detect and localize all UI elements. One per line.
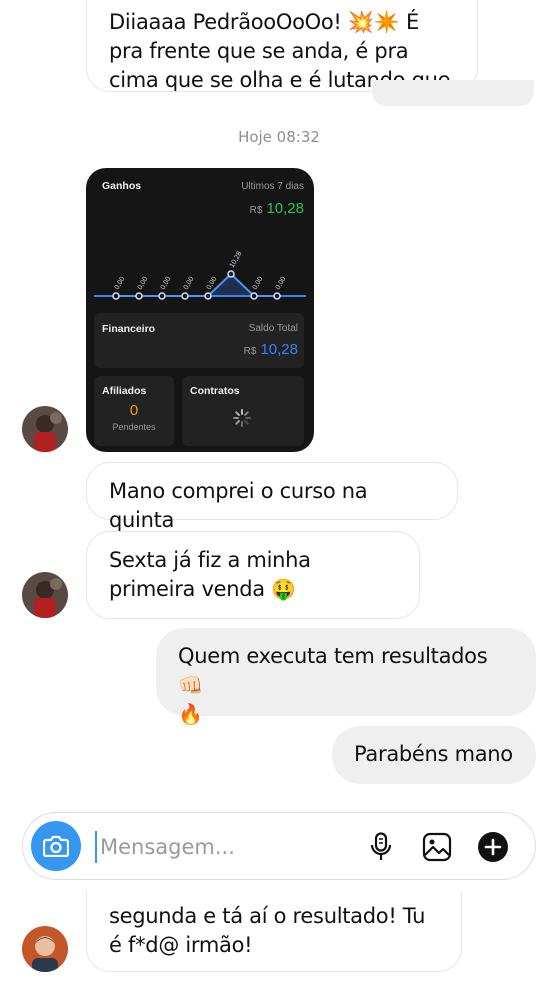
chart-data-label: 0,00 — [137, 276, 150, 291]
affiliates-count: 0 — [129, 402, 139, 419]
reaction-pill[interactable] — [372, 80, 534, 106]
balance-label: Saldo Total — [248, 323, 298, 334]
message-input[interactable] — [95, 831, 345, 863]
avatar-photo-icon — [22, 406, 68, 452]
chart-data-label: 10,28 — [229, 250, 244, 269]
incoming-message-top[interactable]: Diiaaaa PedrãooOoOo! 💥✴️ É pra frente qu… — [86, 0, 478, 92]
affiliates-title: Afiliados — [102, 385, 147, 397]
message-text: segunda e tá aí o resultado! Tu é f*d@ i… — [109, 904, 426, 957]
earnings-value: 10,28 — [266, 200, 304, 217]
add-button[interactable] — [477, 831, 509, 863]
chart-point — [158, 292, 166, 300]
contracts-card: Contratos — [182, 376, 304, 446]
avatar[interactable] — [22, 572, 68, 618]
chart-point — [181, 292, 189, 300]
fire-emoji: 🔥 — [178, 702, 203, 726]
finance-card: Financeiro Saldo Total R$ 10,28 — [94, 313, 304, 368]
chart-data-label: 0,00 — [183, 276, 196, 291]
chart-data-label: 0,00 — [252, 276, 265, 291]
message-composer — [22, 812, 536, 880]
chart-data-label: 0,00 — [275, 276, 288, 291]
period-label: Ultimos 7 dias — [241, 181, 304, 192]
gallery-icon — [422, 832, 452, 862]
avatar[interactable] — [22, 406, 68, 452]
plus-circle-icon — [478, 832, 508, 862]
avatar[interactable] — [22, 926, 68, 972]
currency-label: R$ — [249, 205, 263, 216]
chart-point — [135, 292, 143, 300]
chart-point — [250, 292, 258, 300]
earnings-chart: 0,00 0,00 0,00 0,00 0,0010,280,00 0,00 — [94, 250, 306, 300]
affiliates-card: Afiliados 0 Pendentes — [94, 376, 174, 446]
chart-point — [204, 292, 212, 300]
earnings-title: Ganhos — [102, 180, 142, 192]
chart-point — [112, 292, 120, 300]
balance-currency: R$ — [243, 346, 257, 357]
message-text: Parabéns mano — [354, 742, 513, 766]
money-face-emoji: 🤑 — [271, 577, 296, 601]
chart-data-label: 0,00 — [114, 276, 127, 291]
avatar-photo-icon — [22, 572, 68, 618]
incoming-message[interactable]: Mano comprei o curso na quinta — [86, 462, 458, 532]
outgoing-message[interactable]: Parabéns mano — [332, 726, 536, 784]
affiliates-status: Pendentes — [112, 422, 156, 432]
contracts-title: Contratos — [190, 385, 240, 397]
message-text: Quem executa tem resultados — [178, 644, 488, 668]
gallery-button[interactable] — [421, 831, 453, 863]
timestamp: Hoje 08:32 — [238, 128, 320, 146]
camera-icon — [43, 835, 69, 857]
fist-emoji: 👊🏻 — [178, 673, 203, 697]
incoming-message-bottom[interactable]: segunda e tá aí o resultado! Tu é f*d@ i… — [86, 892, 462, 972]
chart-data-label: 0,00 — [160, 276, 173, 291]
loading-spinner-icon — [233, 409, 251, 427]
chart-point — [273, 292, 281, 300]
microphone-button[interactable] — [365, 831, 397, 863]
earnings-amount: R$ 10,28 — [250, 200, 304, 217]
balance-value: 10,28 — [260, 341, 298, 358]
chart-point — [227, 270, 235, 278]
outgoing-message[interactable]: Quem executa tem resultados 👊🏻 🔥 — [156, 628, 536, 726]
microphone-icon — [370, 832, 392, 860]
shared-screenshot[interactable]: Ganhos Ultimos 7 dias R$ 10,28 0,00 0,00 0… — [86, 168, 314, 452]
avatar-photo-icon — [22, 926, 68, 972]
camera-button[interactable] — [31, 821, 81, 871]
finance-title: Financeiro — [102, 323, 156, 335]
incoming-message[interactable]: Sexta já fiz a minha primeira venda 🤑 — [86, 531, 420, 619]
balance-amount: R$ 10,28 — [244, 341, 298, 358]
message-text: Mano comprei o curso na quinta — [109, 479, 368, 532]
